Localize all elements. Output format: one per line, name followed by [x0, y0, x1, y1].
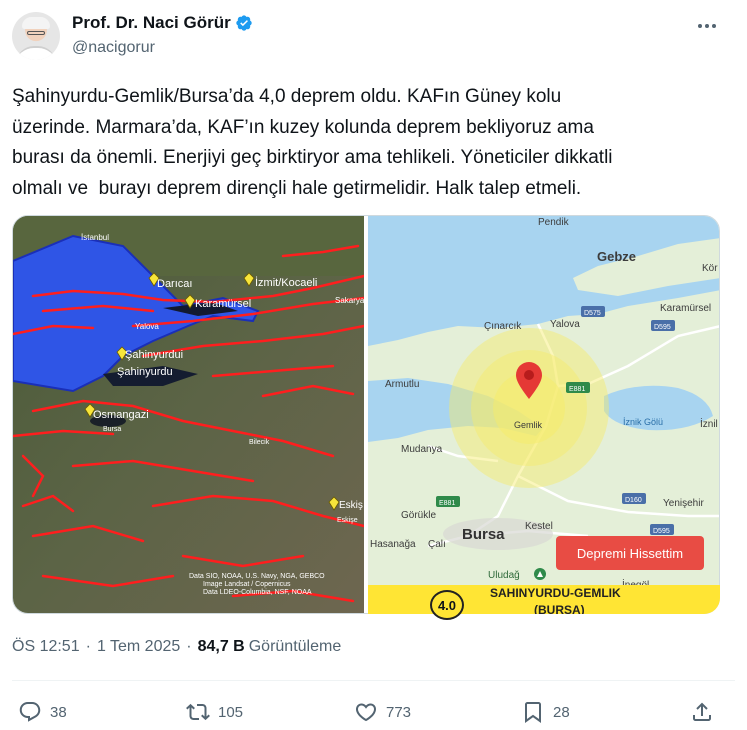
reply-icon	[19, 702, 41, 722]
like-icon	[355, 703, 377, 722]
sat-attribution: Image Landsat / Copernicus	[203, 581, 291, 588]
map-label: Pendik	[538, 217, 570, 228]
map-label: Görükle	[401, 510, 436, 521]
author-handle[interactable]: @nacigorur	[72, 39, 155, 57]
map-label: İznil	[700, 417, 718, 430]
map-label: Armutlu	[385, 379, 419, 390]
magnitude-badge: 4.0	[430, 590, 464, 620]
sat-label: Osmangazi	[93, 409, 149, 421]
quake-location-title: SAHINYURDU-GEMLIK	[490, 586, 621, 600]
like-button[interactable]: 773	[354, 699, 411, 725]
map-label: Çınarcık	[484, 321, 522, 332]
sat-label: İzmit/Kocaeli	[255, 276, 317, 289]
avatar[interactable]	[12, 12, 60, 60]
tweet: Prof. Dr. Naci Görür @nacigorur Şahinyur…	[0, 0, 747, 730]
reply-count: 38	[50, 703, 67, 721]
like-count: 773	[386, 703, 412, 721]
author-row: Prof. Dr. Naci Görür	[72, 13, 253, 33]
divider	[12, 680, 735, 681]
tweet-meta: ÖS 12:51 · 1 Tem 2025 · 84,7 B Görüntüle…	[12, 638, 341, 656]
sat-label: Eskiş	[339, 500, 363, 511]
map-label: Mudanya	[401, 444, 443, 455]
view-label: Görüntüleme	[248, 638, 342, 655]
sat-label: Darıcaı	[157, 278, 192, 290]
road-shield: D595	[653, 528, 670, 535]
meta-separator: ·	[186, 638, 192, 655]
sat-label: Sakarya	[335, 296, 364, 305]
view-count: 84,7 B	[197, 638, 245, 655]
sat-label: Eskişe	[337, 517, 358, 524]
map-label: Yalova	[550, 319, 580, 330]
sat-label: Yalova	[135, 322, 159, 331]
road-shield: D595	[654, 324, 671, 331]
tweet-text: Şahinyurdu-Gemlik/Bursa’da 4,0 deprem ol…	[12, 86, 613, 199]
sat-attribution: Data LDEO-Columbia, NSF, NOAA	[203, 589, 312, 596]
sat-label: Bilecik	[249, 439, 270, 446]
map-label: Yenişehir	[663, 498, 704, 509]
meta-separator: ·	[85, 638, 91, 655]
bookmark-icon	[525, 702, 541, 723]
more-icon[interactable]	[696, 16, 718, 36]
repost-count: 105	[218, 703, 244, 721]
quake-location-sub: (BURSA)	[534, 603, 585, 614]
map-label: Karamürsel	[660, 303, 711, 314]
map-label: Çalı	[428, 539, 446, 550]
satellite-fault-map[interactable]: İstanbul Darıcaı İzmit/Kocaeli Karamürse…	[13, 216, 364, 614]
road-shield: D160	[625, 497, 642, 504]
map-label: Bursa	[462, 526, 505, 543]
map-label: Gemlik	[514, 420, 543, 430]
map-label: Kör	[702, 263, 718, 274]
sat-label: Şahinyurdui	[125, 349, 183, 361]
road-shield: E881	[439, 500, 455, 507]
map-label: Gebze	[597, 249, 636, 264]
road-shield: D575	[584, 310, 601, 317]
reply-button[interactable]: 38	[18, 699, 67, 725]
share-button[interactable]	[690, 699, 714, 725]
sat-label: Karamürsel	[195, 298, 251, 310]
map-label: Kestel	[525, 521, 553, 532]
map-label: Uludağ	[488, 570, 520, 581]
verified-badge-icon[interactable]	[235, 14, 253, 32]
road-shield: E881	[569, 386, 585, 393]
tweet-time[interactable]: ÖS 12:51	[12, 638, 80, 656]
sat-label: Şahinyurdu	[117, 366, 173, 378]
tweet-date[interactable]: 1 Tem 2025	[97, 638, 180, 656]
repost-icon	[186, 703, 210, 721]
repost-button[interactable]: 105	[186, 699, 243, 725]
map-label: Hasanağa	[370, 539, 416, 550]
share-icon	[693, 702, 711, 721]
bookmark-button[interactable]: 28	[521, 699, 570, 725]
bookmark-count: 28	[553, 703, 570, 721]
sat-attribution: Data SIO, NOAA, U.S. Navy, NGA, GEBCO	[189, 573, 325, 580]
felt-earthquake-button[interactable]: Depremi Hissettim	[556, 536, 704, 570]
sat-label: İstanbul	[81, 233, 109, 242]
author-name[interactable]: Prof. Dr. Naci Görür	[72, 13, 231, 33]
map-label: İznik Gölü	[623, 417, 663, 427]
sat-label: Bursa	[103, 426, 121, 433]
